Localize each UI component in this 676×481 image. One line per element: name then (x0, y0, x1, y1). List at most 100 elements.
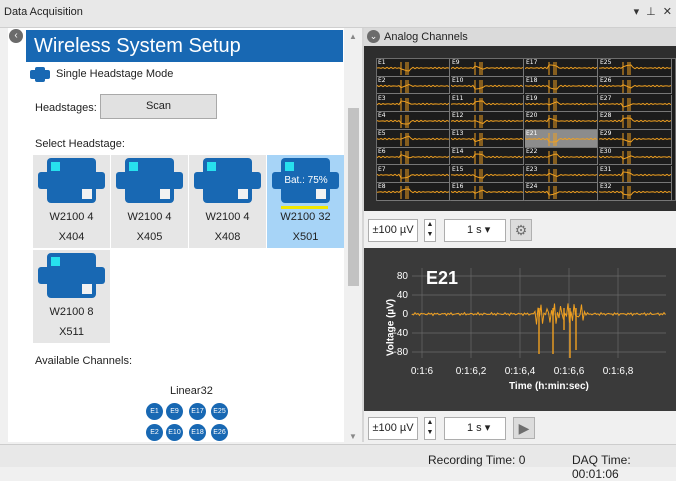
scan-button[interactable]: Scan (100, 94, 217, 119)
channel-trace (377, 133, 449, 146)
channel-cell[interactable]: E11 (451, 94, 524, 112)
play-icon[interactable]: ▶ (513, 417, 535, 439)
channel-cell[interactable]: E2 (377, 76, 450, 95)
channel-cell[interactable]: E27 (599, 94, 672, 112)
channel-cell-label: E15 (452, 165, 464, 173)
headstage-tile[interactable]: W2100 8 X511 (33, 250, 110, 343)
headstage-name: W2100 8 (49, 306, 94, 318)
channel-cell[interactable]: E31 (599, 165, 672, 183)
channel-cell-label: E17 (526, 59, 538, 66)
channel-cell-label: E21 (526, 130, 538, 137)
channel-badge[interactable]: E18 (189, 424, 206, 441)
channel-badge[interactable]: E10 (166, 424, 183, 441)
channel-cell-label: E27 (600, 94, 612, 102)
channel-cell-label: E28 (600, 112, 612, 120)
channel-cell-label: E19 (526, 94, 538, 102)
headstage-tile[interactable]: W2100 4 X405 (111, 155, 188, 248)
headstage-tile[interactable]: W2100 4 X404 (33, 155, 110, 248)
channel-cell-label: E22 (526, 147, 538, 155)
channel-cell[interactable]: E12 (451, 112, 524, 130)
chevron-up-icon[interactable]: ▲ (425, 220, 435, 230)
scale-display[interactable]: ±100 µV (368, 219, 418, 242)
channel-badge[interactable]: E17 (189, 403, 206, 420)
chevron-down-icon[interactable]: ▼ (425, 428, 435, 438)
channel-cell[interactable]: E13 (451, 130, 524, 148)
channel-cell[interactable]: E30 (599, 147, 672, 166)
select-headstage-label: Select Headstage: (35, 138, 125, 150)
chevron-up-icon[interactable]: ▲ (425, 418, 435, 428)
channel-cell[interactable]: E14 (451, 147, 524, 166)
x-tick-label: 0:1:6,6 (554, 366, 585, 377)
plot-channel-label: E21 (426, 268, 459, 288)
channel-plot: 80 40 0 -40 -80 0:1:6 0:1:6,2 0:1:6,4 0:1:6,6 0:1… (364, 248, 676, 411)
channel-cell-label: E6 (378, 147, 386, 155)
channel-cell[interactable]: E4 (377, 112, 450, 130)
headstage-name: W2100 32 (280, 211, 331, 223)
channel-cell[interactable]: E28 (599, 112, 672, 130)
channel-cell[interactable]: E6 (377, 147, 450, 166)
headstage-icon (116, 158, 183, 203)
scroll-down-icon[interactable]: ▼ (349, 432, 357, 441)
channel-cell[interactable]: E3 (377, 94, 450, 112)
channel-badge[interactable]: E25 (211, 403, 228, 420)
window-title: Data Acquisition (4, 6, 83, 18)
title-bar: Data Acquisition ▾ ⊥ ✕ (0, 0, 676, 28)
channel-cell[interactable]: E17 (525, 59, 598, 77)
channel-cell[interactable]: E23 (525, 165, 598, 183)
channel-cell[interactable]: E22 (525, 147, 598, 166)
channel-cell-label: E11 (452, 94, 464, 102)
channel-cell[interactable]: E21 (525, 130, 598, 148)
headstage-tile-selected[interactable]: Bat.: 75% W2100 32 X501 (267, 155, 344, 248)
channel-cell-label: E14 (452, 147, 464, 155)
scroll-up-icon[interactable]: ▲ (349, 32, 357, 41)
channel-cell[interactable]: E8 (377, 183, 450, 201)
channel-cell-label: E18 (526, 76, 538, 84)
channel-trace (377, 186, 449, 200)
channel-cell-label: E8 (378, 183, 386, 191)
chevron-down-icon[interactable]: ▼ (425, 230, 435, 240)
chevron-down-icon[interactable]: ⌄ (367, 30, 380, 43)
window-controls[interactable]: ▾ ⊥ ✕ (634, 5, 674, 18)
channel-cell[interactable]: E5 (377, 130, 450, 148)
headstage-code: X501 (292, 231, 319, 243)
recording-time: Recording Time: 0 (428, 453, 526, 467)
headstage-code: X404 (58, 231, 85, 243)
scale-stepper[interactable]: ▲ ▼ (424, 417, 436, 440)
channel-cell[interactable]: E18 (525, 76, 598, 95)
headstage-code: X405 (136, 231, 163, 243)
scale-stepper[interactable]: ▲ ▼ (424, 219, 436, 242)
channel-grid: E1 E9 E17 E25 E2 E10 E18 E26 E3 E11 E19 E27 E4 E12 E20… (376, 58, 676, 201)
channel-badge[interactable]: E2 (146, 424, 163, 441)
channel-cell[interactable]: E1 (377, 59, 450, 77)
scroll-thumb[interactable] (348, 108, 359, 286)
channel-cell[interactable]: E10 (451, 76, 524, 95)
channel-cell[interactable]: E7 (377, 165, 450, 183)
channel-cell[interactable]: E24 (525, 183, 598, 201)
x-tick-label: 0:1:6,2 (456, 366, 487, 377)
channel-badge[interactable]: E9 (166, 403, 183, 420)
channel-cell[interactable]: E15 (451, 165, 524, 183)
channel-cell-label: E7 (378, 165, 386, 173)
channel-badge[interactable]: E1 (146, 403, 163, 420)
channel-cell[interactable]: E25 (599, 59, 672, 77)
time-select[interactable]: 1 s ▾ (444, 417, 506, 440)
channel-badge[interactable]: E26 (211, 424, 228, 441)
channel-cell[interactable]: E19 (525, 94, 598, 112)
channel-cell-label: E9 (452, 59, 460, 66)
time-select[interactable]: 1 s ▾ (444, 219, 506, 242)
channel-cell-label: E30 (600, 147, 612, 155)
channel-cell[interactable]: E32 (599, 183, 672, 201)
battery-label: Bat.: 75% (284, 175, 328, 186)
gear-icon[interactable]: ⚙ (510, 219, 532, 241)
channel-cell[interactable]: E26 (599, 76, 672, 95)
collapse-panel-icon[interactable]: ‹ (9, 29, 23, 43)
headstage-code: X511 (59, 326, 84, 338)
headstage-tile[interactable]: W2100 4 X408 (189, 155, 266, 248)
scale-display[interactable]: ±100 µV (368, 417, 418, 440)
channel-trace (377, 168, 449, 182)
channel-cell[interactable]: E9 (451, 59, 524, 77)
channel-cell[interactable]: E16 (451, 183, 524, 201)
channel-cell[interactable]: E29 (599, 130, 672, 148)
probe-layout-label: Linear32 (170, 385, 213, 397)
channel-cell[interactable]: E20 (525, 112, 598, 130)
